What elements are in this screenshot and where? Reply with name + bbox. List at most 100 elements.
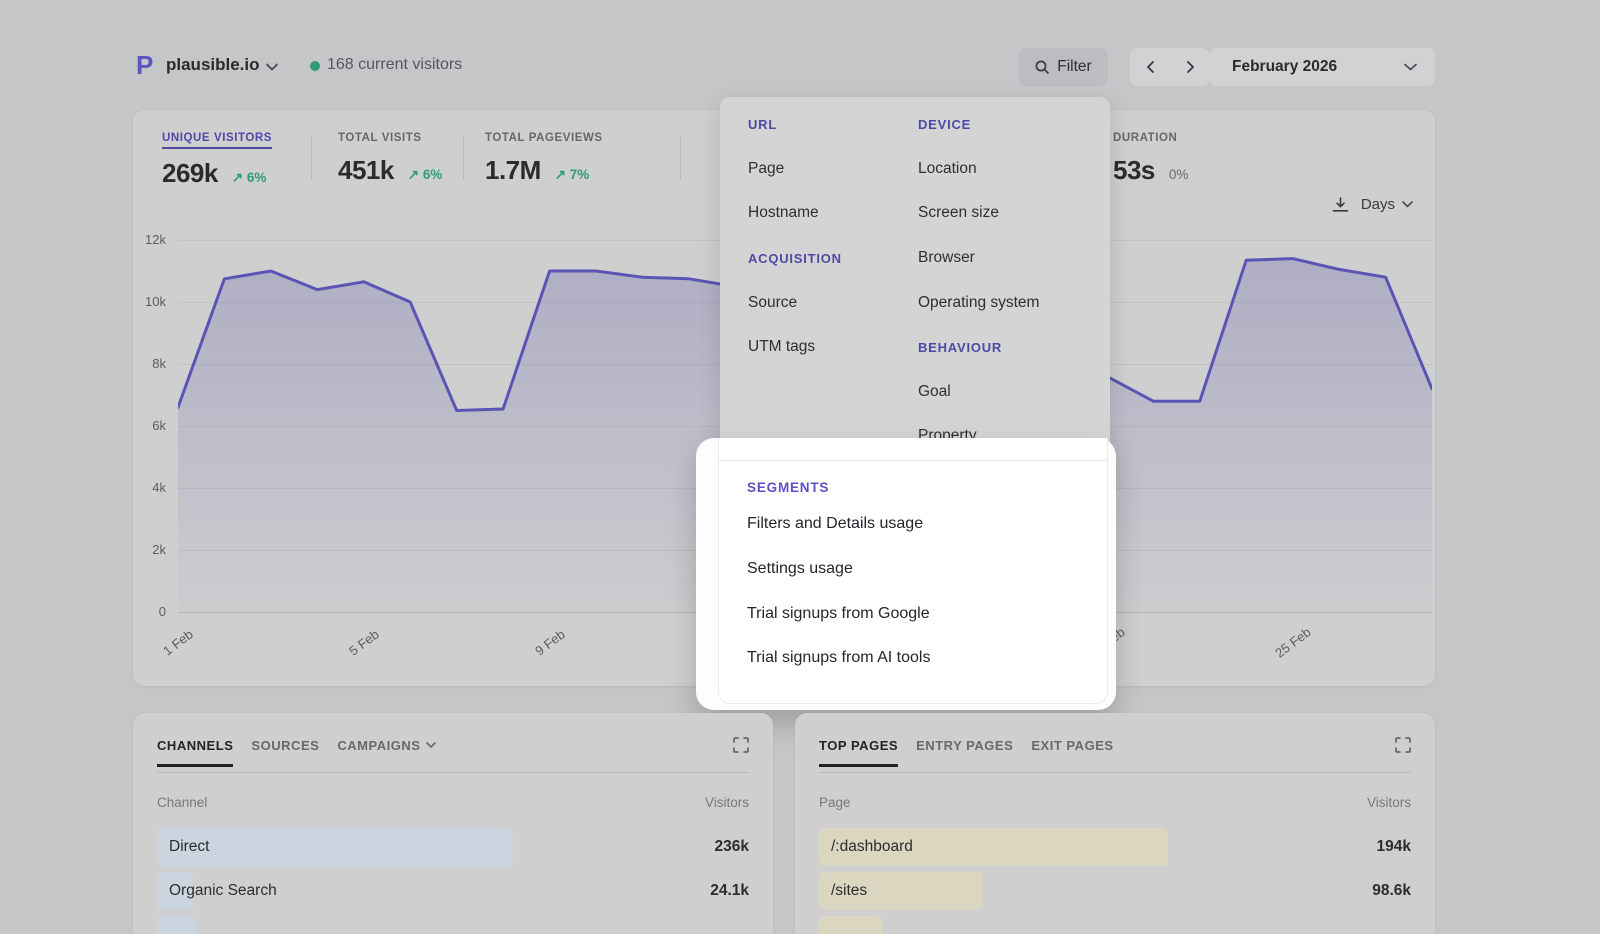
filter-item-operating-system[interactable]: Operating system xyxy=(918,294,1039,312)
pages-card: TOP PAGES ENTRY PAGES EXIT PAGES Page Vi… xyxy=(795,713,1435,934)
filter-section-device: DEVICE xyxy=(918,117,971,132)
expand-icon[interactable] xyxy=(1395,737,1411,753)
stat-value: 451k xyxy=(338,155,394,186)
site-switcher-chevron-down-icon[interactable] xyxy=(266,63,278,71)
stat-total-pageviews[interactable]: TOTAL PAGEVIEWS 1.7M ↗ 7% xyxy=(485,128,603,186)
previous-period-button[interactable] xyxy=(1135,52,1165,82)
site-name[interactable]: plausible.io xyxy=(166,55,260,75)
filter-button[interactable]: Filter xyxy=(1018,48,1108,86)
filter-item-goal[interactable]: Goal xyxy=(918,383,951,401)
filter-menu-column-2: DEVICE Location Screen size Browser Oper… xyxy=(918,102,1100,459)
interval-label: Days xyxy=(1361,196,1395,213)
segment-settings-usage[interactable]: Settings usage xyxy=(747,560,853,578)
y-tick-label: 8k xyxy=(116,356,166,371)
channels-card: CHANNELS SOURCES CAMPAIGNS Channel Visit… xyxy=(133,713,773,934)
stat-change: ↗ 7% xyxy=(555,167,590,183)
x-tick-label: 1 Feb xyxy=(151,620,205,666)
expand-icon[interactable] xyxy=(733,737,749,753)
segments-section-header: SEGMENTS xyxy=(747,480,829,495)
stat-total-visits[interactable]: TOTAL VISITS 451k ↗ 6% xyxy=(338,128,442,186)
table-row[interactable]: Direct 236k xyxy=(157,825,749,869)
filter-item-screen-size[interactable]: Screen size xyxy=(918,204,999,222)
tabbar-divider xyxy=(157,772,749,773)
stat-change: ↗ 6% xyxy=(232,170,267,186)
segment-filters-and-details-usage[interactable]: Filters and Details usage xyxy=(747,515,923,533)
table-row[interactable]: Organic Search 24.1k xyxy=(157,869,749,913)
stat-change: 0% xyxy=(1169,167,1189,182)
stat-value: 269k xyxy=(162,158,218,189)
filter-item-hostname[interactable]: Hostname xyxy=(748,204,819,222)
stat-duration[interactable]: DURATION 53s 0% xyxy=(1113,128,1188,186)
filter-section-url: URL xyxy=(748,117,777,132)
segment-trial-signups-from-google[interactable]: Trial signups from Google xyxy=(747,605,930,623)
y-tick-label: 4k xyxy=(116,480,166,495)
tab-entry-pages[interactable]: ENTRY PAGES xyxy=(916,738,1013,753)
trend-up-icon: ↗ xyxy=(555,167,570,182)
y-tick-label: 2k xyxy=(116,542,166,557)
live-visitors-dot-icon xyxy=(310,61,320,71)
filter-item-page[interactable]: Page xyxy=(748,160,784,178)
table-row[interactable]: /:dashboard 194k xyxy=(819,825,1411,869)
row-bar xyxy=(157,828,513,866)
trend-up-icon: ↗ xyxy=(408,167,423,182)
stat-divider xyxy=(463,136,464,180)
stat-unique-visitors[interactable]: UNIQUE VISITORS 269k ↗ 6% xyxy=(162,128,272,189)
chevron-down-icon xyxy=(426,742,436,749)
filter-item-source[interactable]: Source xyxy=(748,294,797,312)
row-label: /sites xyxy=(831,869,867,913)
table-row[interactable] xyxy=(819,913,1411,934)
date-range-picker[interactable]: February 2026 xyxy=(1210,48,1435,86)
filter-item-browser[interactable]: Browser xyxy=(918,249,975,267)
channels-table-header: Channel Visitors xyxy=(157,795,749,810)
tab-top-pages[interactable]: TOP PAGES xyxy=(819,738,898,753)
row-value: 236k xyxy=(715,825,749,869)
period-nav xyxy=(1130,48,1210,86)
dashboard-viewport: P plausible.io 168 current visitors Filt… xyxy=(0,0,1600,934)
date-range-label: February 2026 xyxy=(1232,58,1337,76)
y-tick-label: 0 xyxy=(116,604,166,619)
row-bar xyxy=(157,916,196,934)
pages-table-header: Page Visitors xyxy=(819,795,1411,810)
stat-label: DURATION xyxy=(1113,132,1177,144)
row-value: 98.6k xyxy=(1372,869,1411,913)
filter-item-location[interactable]: Location xyxy=(918,160,977,178)
stat-label: TOTAL VISITS xyxy=(338,132,422,144)
segment-trial-signups-from-ai-tools[interactable]: Trial signups from AI tools xyxy=(747,649,930,667)
row-label: Organic Search xyxy=(169,869,277,913)
x-tick-label: 5 Feb xyxy=(337,620,391,666)
interval-control: Days xyxy=(1332,196,1413,213)
current-visitors-count[interactable]: 168 current visitors xyxy=(327,56,462,74)
row-value: 24.1k xyxy=(710,869,749,913)
row-value: 194k xyxy=(1377,825,1411,869)
table-row[interactable] xyxy=(157,913,749,934)
y-tick-label: 12k xyxy=(116,232,166,247)
pages-tabs: TOP PAGES ENTRY PAGES EXIT PAGES xyxy=(819,738,1114,753)
trend-up-icon: ↗ xyxy=(232,170,247,185)
table-row[interactable]: /sites 98.6k xyxy=(819,869,1411,913)
next-period-button[interactable] xyxy=(1175,52,1205,82)
stat-divider xyxy=(311,136,312,180)
x-tick-label: 9 Feb xyxy=(523,620,577,666)
filter-menu-column-1: URL Page Hostname ACQUISITION Source UTM… xyxy=(748,102,908,370)
column-header-channel: Channel xyxy=(157,795,207,810)
stat-label: TOTAL PAGEVIEWS xyxy=(485,132,603,144)
tab-channels[interactable]: CHANNELS xyxy=(157,738,233,753)
tab-campaigns[interactable]: CAMPAIGNS xyxy=(337,738,435,753)
channels-rows: Direct 236k Organic Search 24.1k xyxy=(157,825,749,934)
download-icon[interactable] xyxy=(1332,197,1349,213)
pages-rows: /:dashboard 194k /sites 98.6k xyxy=(819,825,1411,934)
interval-dropdown[interactable]: Days xyxy=(1361,196,1413,213)
search-icon xyxy=(1034,59,1050,75)
filter-item-utm-tags[interactable]: UTM tags xyxy=(748,338,815,356)
filter-section-behaviour: BEHAVIOUR xyxy=(918,340,1002,355)
tab-exit-pages[interactable]: EXIT PAGES xyxy=(1031,738,1113,753)
tabbar-divider xyxy=(819,772,1411,773)
stat-value: 1.7M xyxy=(485,155,541,186)
tab-sources[interactable]: SOURCES xyxy=(251,738,319,753)
column-header-page: Page xyxy=(819,795,851,810)
stat-divider xyxy=(680,136,681,180)
channels-tabs: CHANNELS SOURCES CAMPAIGNS xyxy=(157,738,436,753)
filter-button-label: Filter xyxy=(1057,58,1091,76)
column-header-visitors: Visitors xyxy=(705,795,749,810)
segments-panel: SEGMENTS Filters and Details usage Setti… xyxy=(718,438,1108,704)
